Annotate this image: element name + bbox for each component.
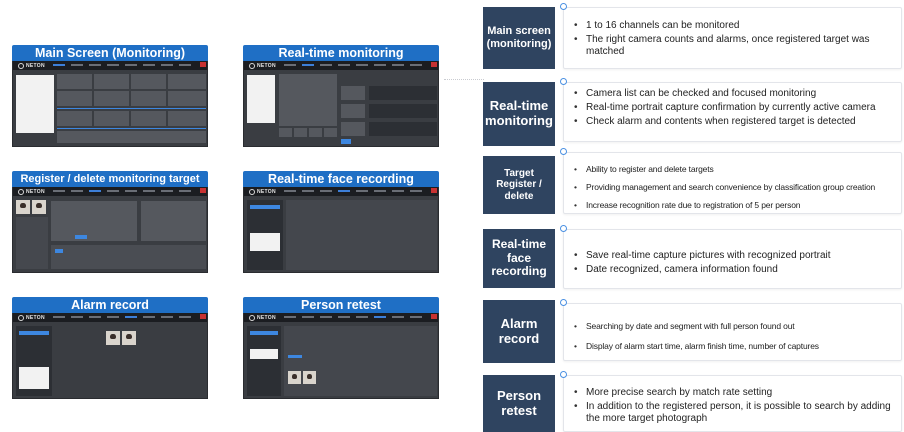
app-nav [53, 64, 197, 67]
card-title: Person retest [243, 297, 439, 313]
bullet-ring-icon [560, 299, 567, 306]
feature-bullet: Date recognized, camera information foun… [564, 264, 901, 276]
target-photo [32, 200, 46, 214]
logo-text: NETON [257, 314, 276, 321]
logo-text: NETON [257, 188, 276, 195]
feature-box-target-register: Ability to register and delete targets Pr… [560, 148, 902, 214]
connector-line [444, 79, 484, 80]
feature-bullet: Ability to register and delete targets [564, 163, 901, 175]
feature-label-target-register: Target Register / delete [483, 156, 555, 214]
feature-bullet: Providing management and search convenie… [564, 181, 901, 193]
app-logo: NETON [249, 62, 276, 69]
close-icon [200, 188, 206, 193]
target-photo [288, 371, 301, 384]
bullet-ring-icon [560, 225, 567, 232]
screenshot-main-screen: NETON [12, 61, 208, 147]
capture-photo [106, 331, 120, 345]
card-alarm-record: Alarm record NETON [12, 297, 208, 399]
target-photo [16, 200, 30, 214]
app-logo: NETON [249, 314, 276, 321]
logo-icon [18, 62, 24, 69]
logo-icon [249, 314, 255, 321]
feature-bullet: The right camera counts and alarms, once… [564, 34, 901, 58]
feature-bullet: Save real-time capture pictures with rec… [564, 250, 901, 262]
app-logo: NETON [18, 62, 45, 69]
app-logo: NETON [18, 188, 45, 195]
camera-list-panel [16, 75, 54, 133]
screenshot-alarm-record: NETON [12, 313, 208, 399]
bullet-ring-icon [560, 148, 567, 155]
feature-box-person-retest: More precise search by match rate settin… [560, 371, 902, 432]
logo-text: NETON [257, 62, 276, 69]
feature-bullet: Camera list can be checked and focused m… [564, 88, 901, 100]
feature-box-main-screen: 1 to 16 channels can be monitored The rig… [560, 3, 902, 69]
card-person-retest: Person retest NETON [243, 297, 439, 399]
logo-text: NETON [26, 314, 45, 321]
bullet-ring-icon [560, 371, 567, 378]
app-logo: NETON [249, 188, 276, 195]
target-photo [303, 371, 316, 384]
bullet-ring-icon [560, 78, 567, 85]
screenshot-person-retest: NETON [243, 313, 439, 399]
feature-box-face-recording: Save real-time capture pictures with rec… [560, 225, 902, 289]
close-icon [200, 62, 206, 67]
partial-heading [12, 2, 92, 10]
logo-icon [18, 188, 24, 195]
feature-label-person-retest: Person retest [483, 375, 555, 432]
feature-label-main-screen: Main screen (monitoring) [483, 7, 555, 69]
app-logo: NETON [18, 314, 45, 321]
feature-bullet: Check alarm and contents when registered… [564, 116, 901, 128]
card-title: Register / delete monitoring target [12, 171, 208, 187]
screenshot-register-delete: NETON [12, 187, 208, 273]
close-icon [431, 62, 437, 67]
close-icon [200, 314, 206, 319]
feature-bullet: Display of alarm start time, alarm finis… [564, 340, 901, 352]
feature-bullet: Searching by date and segment with full … [564, 320, 901, 332]
card-real-time-monitoring: Real-time monitoring NETON [243, 45, 439, 147]
feature-bullet: Increase recognition rate due to registr… [564, 199, 901, 211]
logo-icon [249, 62, 255, 69]
bullet-ring-icon [560, 3, 567, 10]
capture-photo [122, 331, 136, 345]
card-face-recording: Real-time face recording NETON [243, 171, 439, 273]
screenshot-face-recording: NETON [243, 187, 439, 273]
card-main-screen: Main Screen (Monitoring) NETON [12, 45, 208, 147]
feature-label-face-recording: Real-time face recording [483, 229, 555, 288]
feature-label-real-time-monitoring: Real-time monitoring [483, 82, 555, 146]
feature-label-alarm-record: Alarm record [483, 300, 555, 363]
feature-box-real-time-monitoring: Camera list can be checked and focused m… [560, 78, 902, 142]
feature-bullet: More precise search by match rate settin… [564, 387, 901, 399]
logo-icon [249, 188, 255, 195]
close-icon [431, 188, 437, 193]
logo-icon [18, 314, 24, 321]
card-title: Alarm record [12, 297, 208, 313]
close-icon [431, 314, 437, 319]
logo-text: NETON [26, 188, 45, 195]
logo-text: NETON [26, 62, 45, 69]
feature-bullet: In addition to the registered person, it… [564, 401, 901, 425]
card-title: Real-time face recording [243, 171, 439, 187]
card-title: Real-time monitoring [243, 45, 439, 61]
feature-bullet: Real-time portrait capture confirmation … [564, 102, 901, 114]
feature-box-alarm-record: Searching by date and segment with full … [560, 299, 902, 361]
screenshot-real-time-monitoring: NETON [243, 61, 439, 147]
card-title: Main Screen (Monitoring) [12, 45, 208, 61]
card-register-delete: Register / delete monitoring target NETO… [12, 171, 208, 273]
feature-bullet: 1 to 16 channels can be monitored [564, 20, 901, 32]
